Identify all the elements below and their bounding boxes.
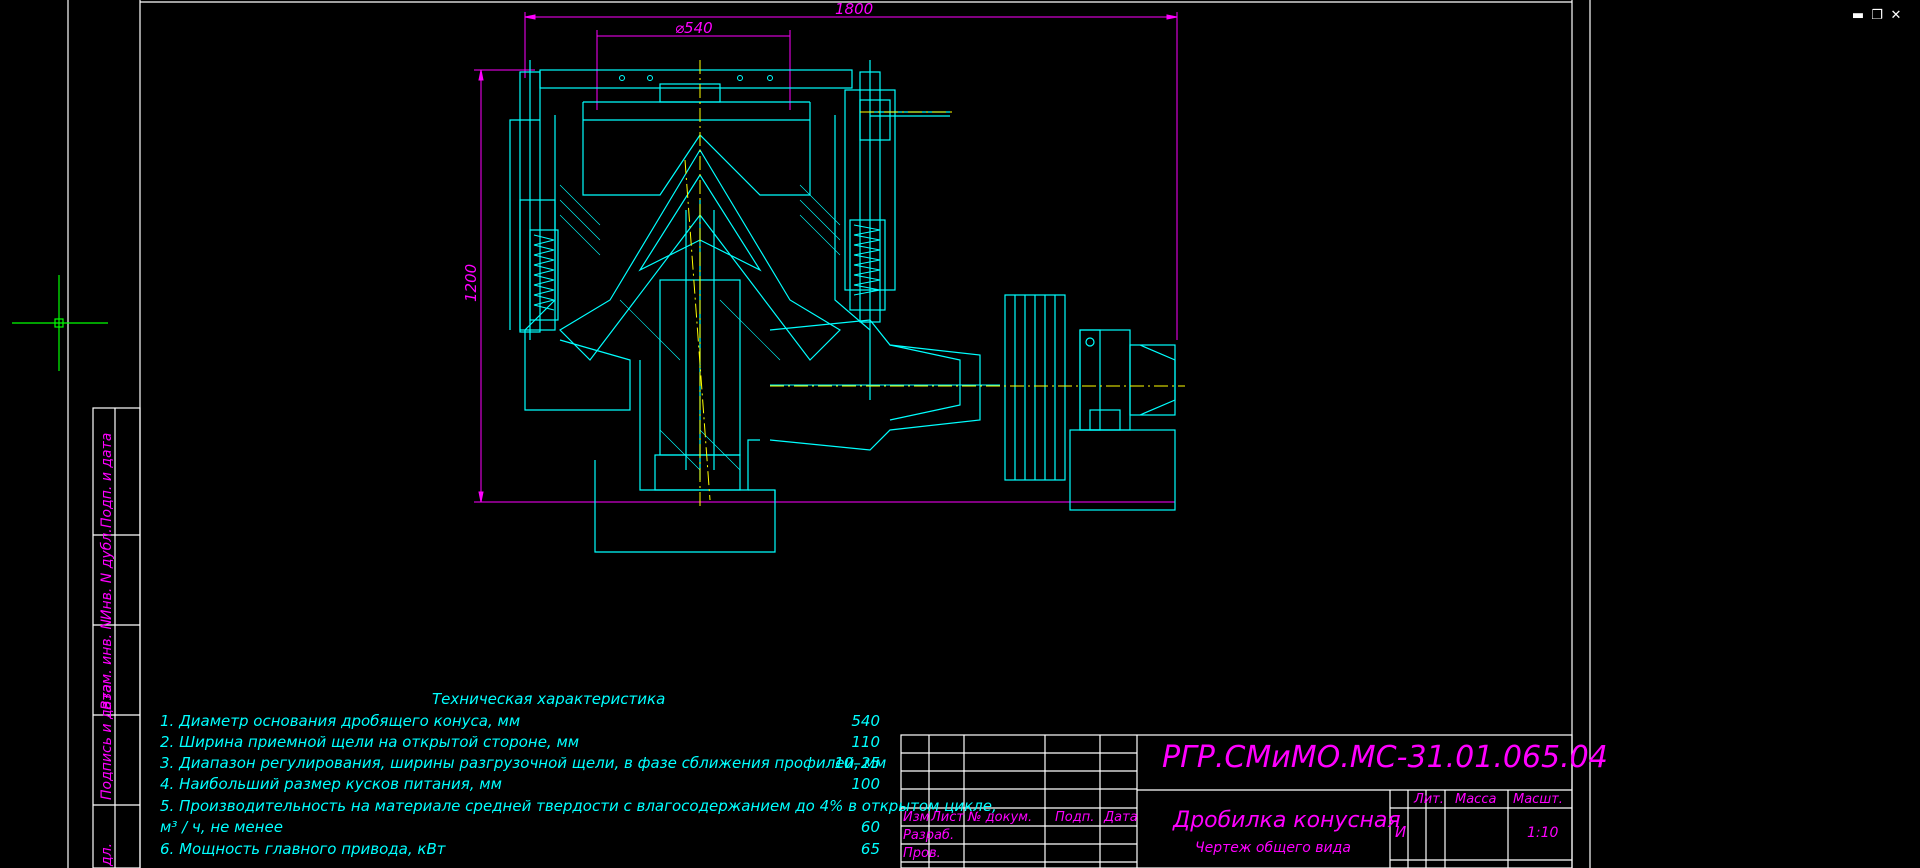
col-izm: Изм bbox=[903, 810, 930, 825]
scale-header: Масшт. bbox=[1513, 792, 1563, 807]
spec-value-3: 10–25 bbox=[834, 754, 880, 772]
spec-row-5-unit: м³ / ч, не менее bbox=[160, 818, 283, 836]
drawing-subtitle: Чертеж общего вида bbox=[1195, 840, 1351, 856]
crusher-drawing bbox=[509, 60, 1176, 553]
minimize-button[interactable]: ▬ bbox=[1850, 8, 1866, 24]
spec-value-5: 60 bbox=[860, 818, 880, 836]
col-podp: Подп. bbox=[1055, 810, 1095, 825]
drawing-name: Дробилка конусная bbox=[1173, 808, 1401, 833]
side-label-dl: дл. bbox=[99, 842, 115, 866]
dimension-lines bbox=[474, 12, 1178, 503]
bolt-holes bbox=[619, 75, 773, 81]
spec-row-1: 1. Диаметр основания дробящего конуса, м… bbox=[160, 712, 521, 730]
dim-overall-width: 1800 bbox=[835, 0, 873, 18]
lit-header: Лит. bbox=[1414, 792, 1444, 807]
spec-row-2: 2. Ширина приемной щели на открытой стор… bbox=[160, 733, 580, 751]
spring-marks bbox=[533, 224, 881, 311]
spec-title: Техническая характеристика bbox=[432, 690, 666, 708]
spec-row-5: 5. Производительность на материале средн… bbox=[160, 797, 997, 815]
col-list: Лист bbox=[931, 810, 964, 825]
dim-height: 1200 bbox=[462, 264, 480, 302]
center-lines bbox=[684, 60, 1185, 510]
crosshair-cursor-icon bbox=[12, 275, 108, 371]
spec-row-4: 4. Наибольший размер кусков питания, мм bbox=[160, 775, 502, 793]
row-razrab: Разраб. bbox=[903, 828, 955, 843]
spec-value-6: 65 bbox=[860, 840, 880, 858]
spec-row-3: 3. Диапазон регулирования, ширины разгру… bbox=[160, 754, 887, 772]
spec-value-2: 110 bbox=[851, 733, 880, 751]
lit-value: И bbox=[1395, 823, 1407, 841]
col-date: Дата bbox=[1104, 810, 1138, 825]
mass-header: Масса bbox=[1455, 792, 1497, 807]
spec-value-1: 540 bbox=[851, 712, 880, 730]
scale-value: 1:10 bbox=[1527, 825, 1559, 841]
row-prov: Пров. bbox=[903, 846, 941, 861]
side-label-inv-dubl: Инв. N дубл. bbox=[99, 528, 115, 620]
spec-row-6: 6. Мощность главного привода, кВт bbox=[160, 840, 446, 858]
side-label-podp-data: Подп. и дата bbox=[99, 432, 115, 528]
col-doc: № докум. bbox=[968, 810, 1033, 825]
restore-button[interactable]: ❐ bbox=[1869, 8, 1885, 24]
drawing-designation: РГР.СМиМО.МС-31.01.065.04 bbox=[1162, 740, 1608, 775]
close-button[interactable]: ✕ bbox=[1888, 8, 1904, 24]
dim-diameter: ⌀540 bbox=[675, 19, 713, 37]
spec-value-4: 100 bbox=[851, 775, 880, 793]
side-label-podpis-data: Подпись и дата bbox=[99, 684, 115, 800]
